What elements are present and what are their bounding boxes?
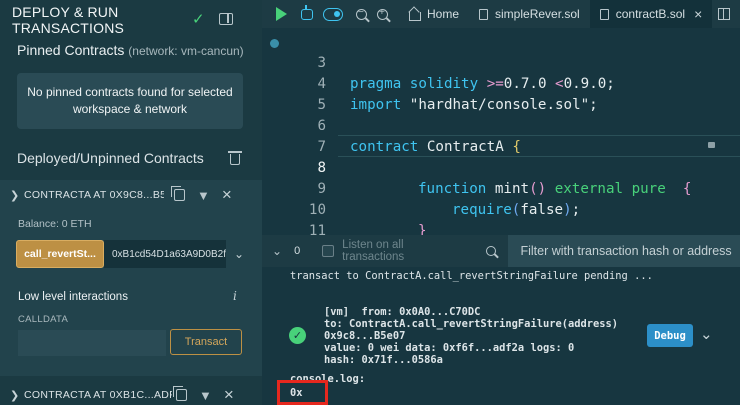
instance-header[interactable]: ❯ CONTRACTA AT 0X9C8...B5E07 ▼ ×	[0, 180, 262, 210]
chevron-down-icon[interactable]: ⌄	[234, 247, 244, 261]
file-icon	[479, 8, 489, 20]
close-icon[interactable]: ×	[222, 186, 232, 203]
tx-line: [vm] from: 0x0A0...C70DC	[324, 306, 481, 318]
deploy-run-panel: DEPLOY & RUN TRANSACTIONS ✓ Pinned Contr…	[0, 0, 262, 405]
pending-count: 0	[294, 245, 301, 257]
tab-contract-b[interactable]: contractB.sol ×	[589, 0, 713, 28]
function-button[interactable]: call_revertSt...	[16, 240, 104, 268]
tab-simple-rever[interactable]: simpleRever.sol	[469, 0, 590, 28]
chevron-right-icon[interactable]: ❯	[10, 389, 24, 402]
run-icon[interactable]	[276, 7, 287, 21]
pin-icon[interactable]: ▼	[197, 188, 210, 203]
instance-balance: Balance: 0 ETH	[18, 218, 92, 230]
code-line: 8 function mint() external pure {	[317, 160, 692, 197]
code-line: 6 contract ContractA {	[317, 118, 521, 155]
close-icon[interactable]: ×	[694, 6, 702, 22]
function-argument-input[interactable]: 0xB1cd54D1a63A9D0B2fF	[104, 240, 226, 268]
calldata-label: CALLDATA	[18, 314, 69, 325]
terminal-toolbar: ⌄ 0 Listen on all transactions Filter wi…	[262, 235, 740, 267]
code-editor[interactable]: 3 pragma solidity >=0.7.0 <0.9.0; 4 impo…	[262, 28, 740, 235]
terminal-output: transact to ContractA.call_revertStringF…	[262, 267, 740, 405]
transaction-filter-input[interactable]: Filter with transaction hash or address	[508, 235, 740, 267]
copy-icon[interactable]	[171, 186, 185, 201]
listen-label: Listen on all transactions	[342, 239, 405, 263]
robot-icon[interactable]	[301, 4, 313, 20]
deployed-contracts-title: Deployed/Unpinned Contracts	[17, 150, 204, 166]
split-view-icon[interactable]	[718, 8, 730, 20]
low-level-title: Low level interactions	[18, 291, 128, 303]
chevron-down-icon[interactable]: ⌄	[272, 244, 282, 258]
zoom-out-icon[interactable]: −	[356, 7, 367, 20]
pinned-contracts-title: Pinned Contracts (network: vm-cancun)	[17, 42, 244, 58]
transact-button[interactable]: Transact	[170, 329, 242, 355]
success-check-icon: ✓	[289, 327, 306, 344]
tx-line: hash: 0x71f...0586a	[324, 354, 443, 366]
toggle-panel-icon[interactable]	[218, 13, 233, 25]
tab-home[interactable]: Home	[398, 0, 469, 28]
instance-name: CONTRACTA AT 0X9C8...B5E07	[24, 189, 164, 201]
tx-line: to: ContractA.call_revertStringFailure(a…	[324, 318, 619, 330]
pin-icon[interactable]: ▼	[199, 388, 212, 403]
tx-line: value: 0 wei data: 0xf6f...adf2a logs: 0	[324, 342, 575, 354]
editor-tab-bar: − + Home simpleRever.sol contractB.sol ×	[262, 0, 740, 28]
code-line: 10 }	[308, 202, 427, 235]
instance-name: CONTRACTA AT 0XB1C...ADF2A	[24, 389, 172, 401]
close-icon[interactable]: ×	[224, 386, 234, 403]
tx-line: 0x9c8...B5e07	[324, 330, 406, 342]
check-icon: ✓	[192, 11, 205, 28]
debug-button[interactable]: Debug	[647, 324, 693, 347]
zoom-in-icon[interactable]: +	[377, 7, 388, 20]
home-icon	[408, 8, 421, 21]
pinned-empty-message: No pinned contracts found for selected w…	[17, 73, 243, 129]
toggle-icon[interactable]	[323, 7, 343, 21]
file-icon	[599, 8, 609, 20]
code-line: 11 }	[308, 223, 326, 235]
code-line: 9 require(false);	[317, 181, 581, 218]
trash-icon[interactable]	[228, 151, 242, 165]
code-line: 5	[317, 97, 326, 113]
contract-instance: ❯ CONTRACTA AT 0X9C8...B5E07 ▼ × Balance…	[0, 180, 262, 376]
chevron-down-icon[interactable]: ❯	[10, 189, 24, 202]
copy-icon[interactable]	[173, 386, 187, 401]
info-icon[interactable]: i	[233, 289, 237, 303]
contract-instance[interactable]: ❯ CONTRACTA AT 0XB1C...ADF2A ▼ ×	[0, 383, 262, 405]
calldata-input[interactable]	[18, 330, 166, 356]
panel-title: DEPLOY & RUN TRANSACTIONS	[12, 4, 125, 36]
code-line: 7	[317, 139, 326, 155]
code-line: 4 import "hardhat/console.sol";	[317, 76, 598, 113]
highlight-box	[277, 380, 328, 405]
chevron-down-icon[interactable]: ⌄	[700, 325, 713, 343]
search-icon	[486, 246, 497, 256]
lock-icon	[708, 142, 715, 148]
pending-line: transact to ContractA.call_revertStringF…	[290, 270, 653, 282]
listen-checkbox[interactable]	[322, 245, 335, 257]
code-line: 3 pragma solidity >=0.7.0 <0.9.0;	[317, 55, 615, 92]
